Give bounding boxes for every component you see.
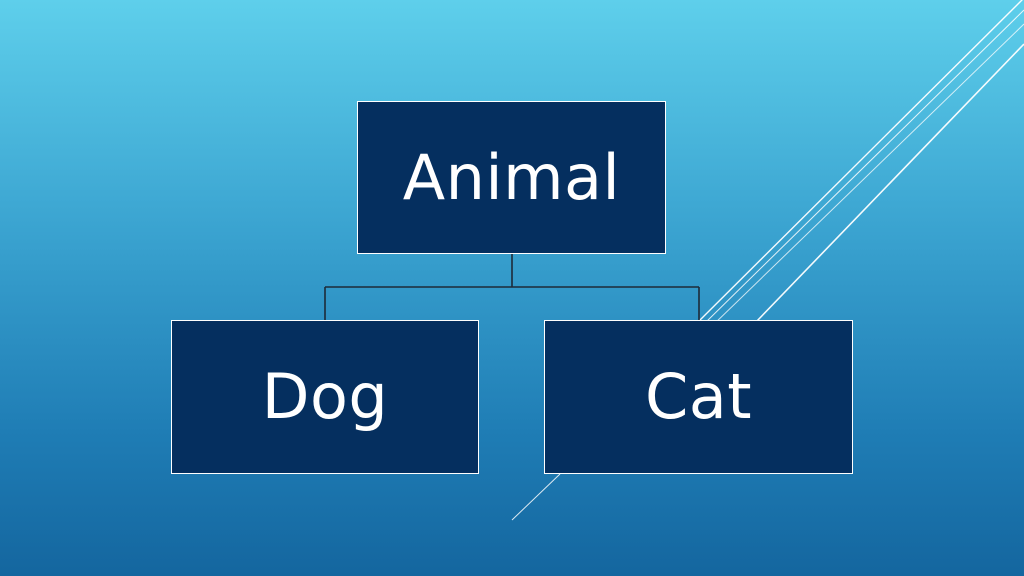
node-dog: Dog xyxy=(171,320,479,474)
node-animal-label: Animal xyxy=(402,140,621,214)
node-dog-label: Dog xyxy=(261,360,389,433)
node-cat-label: Cat xyxy=(644,360,753,433)
tree-connectors xyxy=(324,254,700,320)
slide-canvas: Animal Dog Cat xyxy=(0,0,1024,576)
node-cat: Cat xyxy=(544,320,853,474)
node-animal: Animal xyxy=(357,101,666,254)
